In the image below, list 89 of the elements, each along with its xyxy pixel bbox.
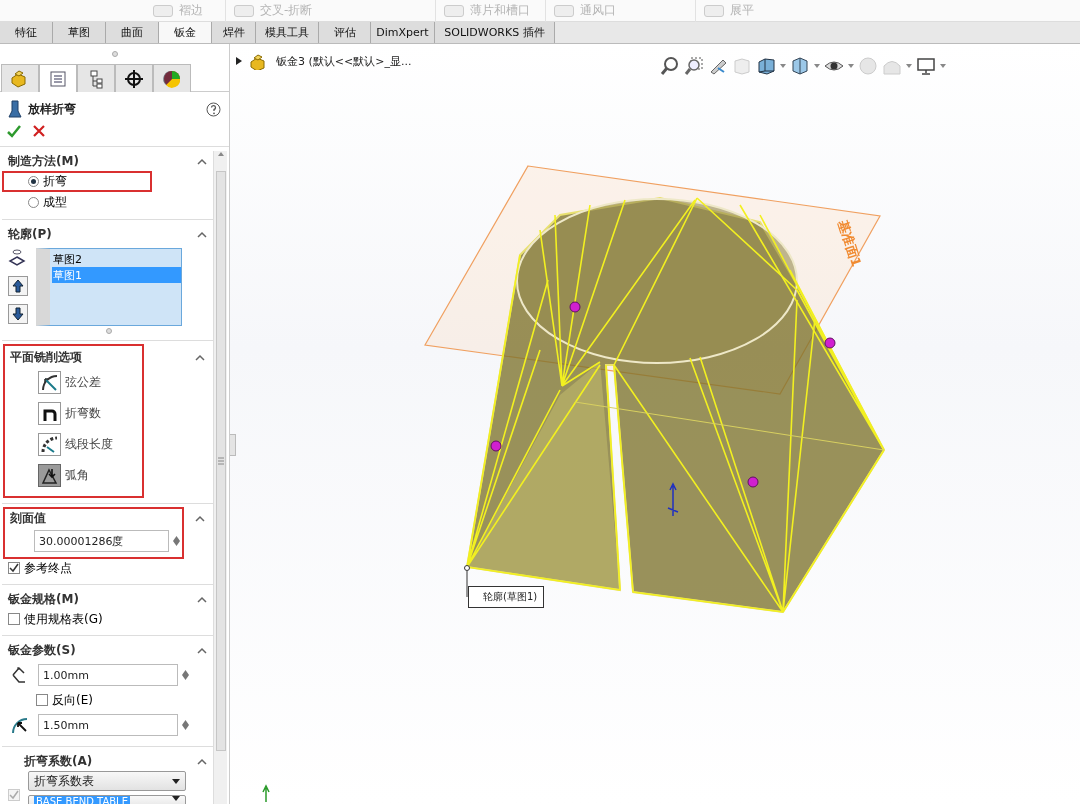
thickness-field[interactable]: 1.00mm	[38, 664, 178, 686]
spin-buttons[interactable]	[182, 670, 192, 680]
checkmark-icon	[9, 563, 19, 573]
monitor-icon[interactable]	[916, 56, 936, 76]
spin-buttons[interactable]	[182, 720, 192, 730]
help-button[interactable]	[206, 101, 221, 117]
section-title: 折弯系数(A)	[24, 752, 93, 770]
option-button[interactable]: 弧角	[4, 460, 89, 491]
zoom-area-icon[interactable]	[684, 56, 704, 76]
caret-icon	[172, 778, 180, 784]
scroll-up-icon[interactable]	[216, 151, 225, 157]
collapse-icon[interactable]	[197, 757, 207, 765]
caret-icon	[172, 796, 180, 801]
confirm-button[interactable]	[6, 124, 22, 138]
checkbox[interactable]: 反向(E)	[36, 690, 93, 710]
view-cube-icon[interactable]	[756, 56, 776, 76]
tab[interactable]: 模具工具	[256, 22, 319, 43]
tool-icon	[444, 4, 464, 17]
splitter-handle[interactable]	[111, 51, 118, 57]
panel-tab[interactable]	[115, 64, 153, 92]
resize-handle[interactable]	[106, 328, 112, 334]
caret-icon[interactable]	[940, 64, 946, 68]
tree-item[interactable]: 钣金3 (默认<<默认>_显...	[276, 53, 412, 69]
spin-buttons[interactable]	[173, 536, 183, 546]
caret-icon[interactable]	[780, 64, 786, 68]
plane-label: 基准面1	[835, 218, 865, 269]
chord-tolerance-icon	[39, 372, 60, 393]
dropdown-value: 折弯系数表	[34, 772, 94, 790]
option-button[interactable]: 线段长度	[4, 429, 113, 460]
segment-length-icon	[39, 434, 60, 455]
loft-bend-icon	[8, 100, 22, 118]
cancel-button[interactable]	[32, 124, 46, 138]
tab[interactable]: 焊件	[212, 22, 256, 43]
list-item[interactable]: 草图2	[52, 251, 181, 267]
tab[interactable]: 草图	[53, 22, 106, 43]
radio-option[interactable]: 成型	[2, 192, 152, 213]
option-button[interactable]: 弦公差	[4, 367, 101, 398]
control-point[interactable]	[490, 440, 502, 452]
tool-icon	[153, 4, 173, 17]
collapse-icon[interactable]	[197, 157, 207, 165]
checkmark-icon	[9, 790, 19, 800]
collapse-icon[interactable]	[197, 595, 207, 603]
caret-icon[interactable]	[814, 64, 820, 68]
section-title: 钣金参数(S)	[8, 641, 76, 659]
callout-label[interactable]: 轮廓(草图1)	[468, 586, 545, 608]
display-style-icon[interactable]	[790, 56, 810, 76]
caret-icon[interactable]	[848, 64, 854, 68]
section-title: 刻面值	[10, 509, 46, 527]
collapse-handle[interactable]	[230, 434, 236, 456]
caret-icon[interactable]	[906, 64, 912, 68]
collapse-icon[interactable]	[195, 353, 205, 361]
section-title: 制造方法(M)	[8, 152, 79, 170]
tool-icon	[554, 4, 574, 17]
profile-list[interactable]: 草图2 草图1	[36, 248, 182, 326]
tool-icon	[704, 4, 724, 17]
tab[interactable]: 曲面	[106, 22, 159, 43]
move-up-button[interactable]	[8, 276, 28, 296]
expand-icon[interactable]	[236, 57, 242, 65]
crosshair-icon	[123, 67, 145, 90]
checkbox[interactable]: 参考终点	[8, 558, 72, 578]
radio-option[interactable]: 折弯	[2, 171, 152, 192]
panel-title: 放样折弯	[28, 100, 77, 118]
radius-field[interactable]: 1.50mm	[38, 714, 178, 736]
tab[interactable]: SOLIDWORKS 插件	[435, 22, 555, 43]
section-title: 钣金规格(M)	[8, 590, 79, 608]
move-down-button[interactable]	[8, 304, 28, 324]
scrollbar-thumb[interactable]	[215, 171, 226, 751]
profile-icon	[8, 248, 26, 268]
option-button[interactable]: 折弯数	[4, 398, 101, 429]
collapse-icon[interactable]	[195, 514, 205, 522]
tab[interactable]: 钣金	[159, 22, 212, 43]
grip-icon	[217, 457, 224, 465]
tab[interactable]: DimXpert	[371, 22, 435, 43]
control-point[interactable]	[824, 337, 836, 349]
tab[interactable]: 评估	[319, 22, 371, 43]
section-title: 轮廓(P)	[8, 225, 52, 243]
section-title: 平面铣削选项	[10, 348, 82, 366]
tab[interactable]: 特征	[0, 22, 53, 43]
collapse-icon[interactable]	[197, 646, 207, 654]
origin-icon	[667, 482, 679, 517]
leader-line	[464, 565, 470, 598]
facet-field[interactable]: 30.00001286度	[34, 530, 170, 552]
collapse-icon[interactable]	[197, 230, 207, 238]
checkbox[interactable]: 使用规格表(G)	[8, 609, 103, 629]
panel-tab[interactable]	[153, 64, 191, 92]
axis-triad-icon	[262, 784, 270, 803]
tool-icon	[234, 4, 254, 17]
dropdown[interactable]: 折弯系数表	[28, 771, 186, 791]
zoom-fit-icon[interactable]	[660, 56, 680, 76]
